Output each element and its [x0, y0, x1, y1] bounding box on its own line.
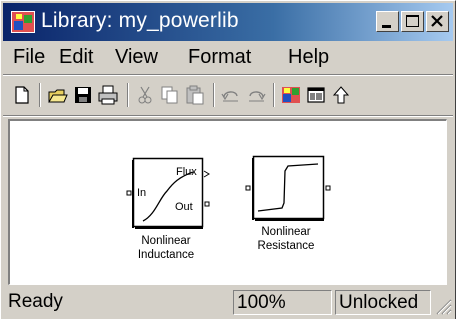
save-icon[interactable] [72, 84, 94, 106]
nonlinear-resistance-block[interactable] [238, 153, 334, 223]
nonlinear-inductance-block[interactable] [121, 155, 211, 231]
menu-help[interactable]: Help [288, 46, 329, 69]
port-label-in: In [137, 187, 147, 199]
status-zoom: 100% [233, 290, 332, 315]
port-label-flux: Flux [176, 166, 197, 178]
menu-format[interactable]: Format [188, 46, 251, 69]
status-ready: Ready [8, 291, 63, 312]
label-line: Nonlinear [141, 235, 191, 247]
label-line: Inductance [137, 249, 195, 261]
model-browser-icon[interactable] [305, 84, 327, 106]
maximize-button[interactable] [401, 11, 424, 32]
minimize-icon [382, 25, 391, 28]
status-lock: Unlocked [335, 290, 431, 315]
toolbar-divider [3, 115, 453, 117]
title-bar[interactable]: Library: my_powerlib [3, 3, 453, 41]
copy-icon[interactable] [159, 84, 181, 106]
print-icon[interactable] [97, 84, 119, 106]
nonlinear-resistance-label: Nonlinear Resistance [238, 225, 334, 253]
toolbar-separator [273, 83, 275, 107]
port-label-out: Out [175, 201, 193, 213]
menu-file[interactable]: File [13, 46, 45, 69]
toolbar-separator [213, 83, 215, 107]
library-browser-icon[interactable] [280, 84, 302, 106]
open-icon[interactable] [47, 84, 69, 106]
toolbar-separator [127, 83, 129, 107]
cut-icon[interactable] [134, 84, 156, 106]
toolbar [3, 76, 453, 114]
toolbar-separator [39, 83, 41, 107]
close-button[interactable] [426, 11, 449, 32]
minimize-button[interactable] [376, 11, 399, 32]
label-line: Resistance [257, 240, 315, 252]
paste-icon[interactable] [184, 84, 206, 106]
new-icon[interactable] [11, 84, 33, 106]
redo-icon[interactable] [245, 84, 267, 106]
status-bar: Ready 100% Unlocked [3, 287, 453, 318]
resize-grip-icon[interactable] [434, 297, 452, 315]
menu-edit[interactable]: Edit [59, 46, 93, 69]
label-line: Nonlinear [261, 226, 311, 238]
nonlinear-inductance-label: Nonlinear Inductance [116, 234, 216, 262]
simulink-library-icon [11, 11, 35, 33]
close-icon [431, 15, 443, 27]
maximize-icon [406, 15, 419, 27]
go-to-parent-icon[interactable] [330, 84, 352, 106]
window-title: Library: my_powerlib [41, 9, 239, 32]
menu-view[interactable]: View [115, 46, 158, 69]
library-canvas[interactable]: In Flux Out Nonlinear Inductance Nonline… [8, 119, 447, 285]
undo-icon[interactable] [220, 84, 242, 106]
library-window: Library: my_powerlib File Edit View Form… [0, 0, 456, 319]
menu-bar: File Edit View Format Help [3, 41, 453, 73]
